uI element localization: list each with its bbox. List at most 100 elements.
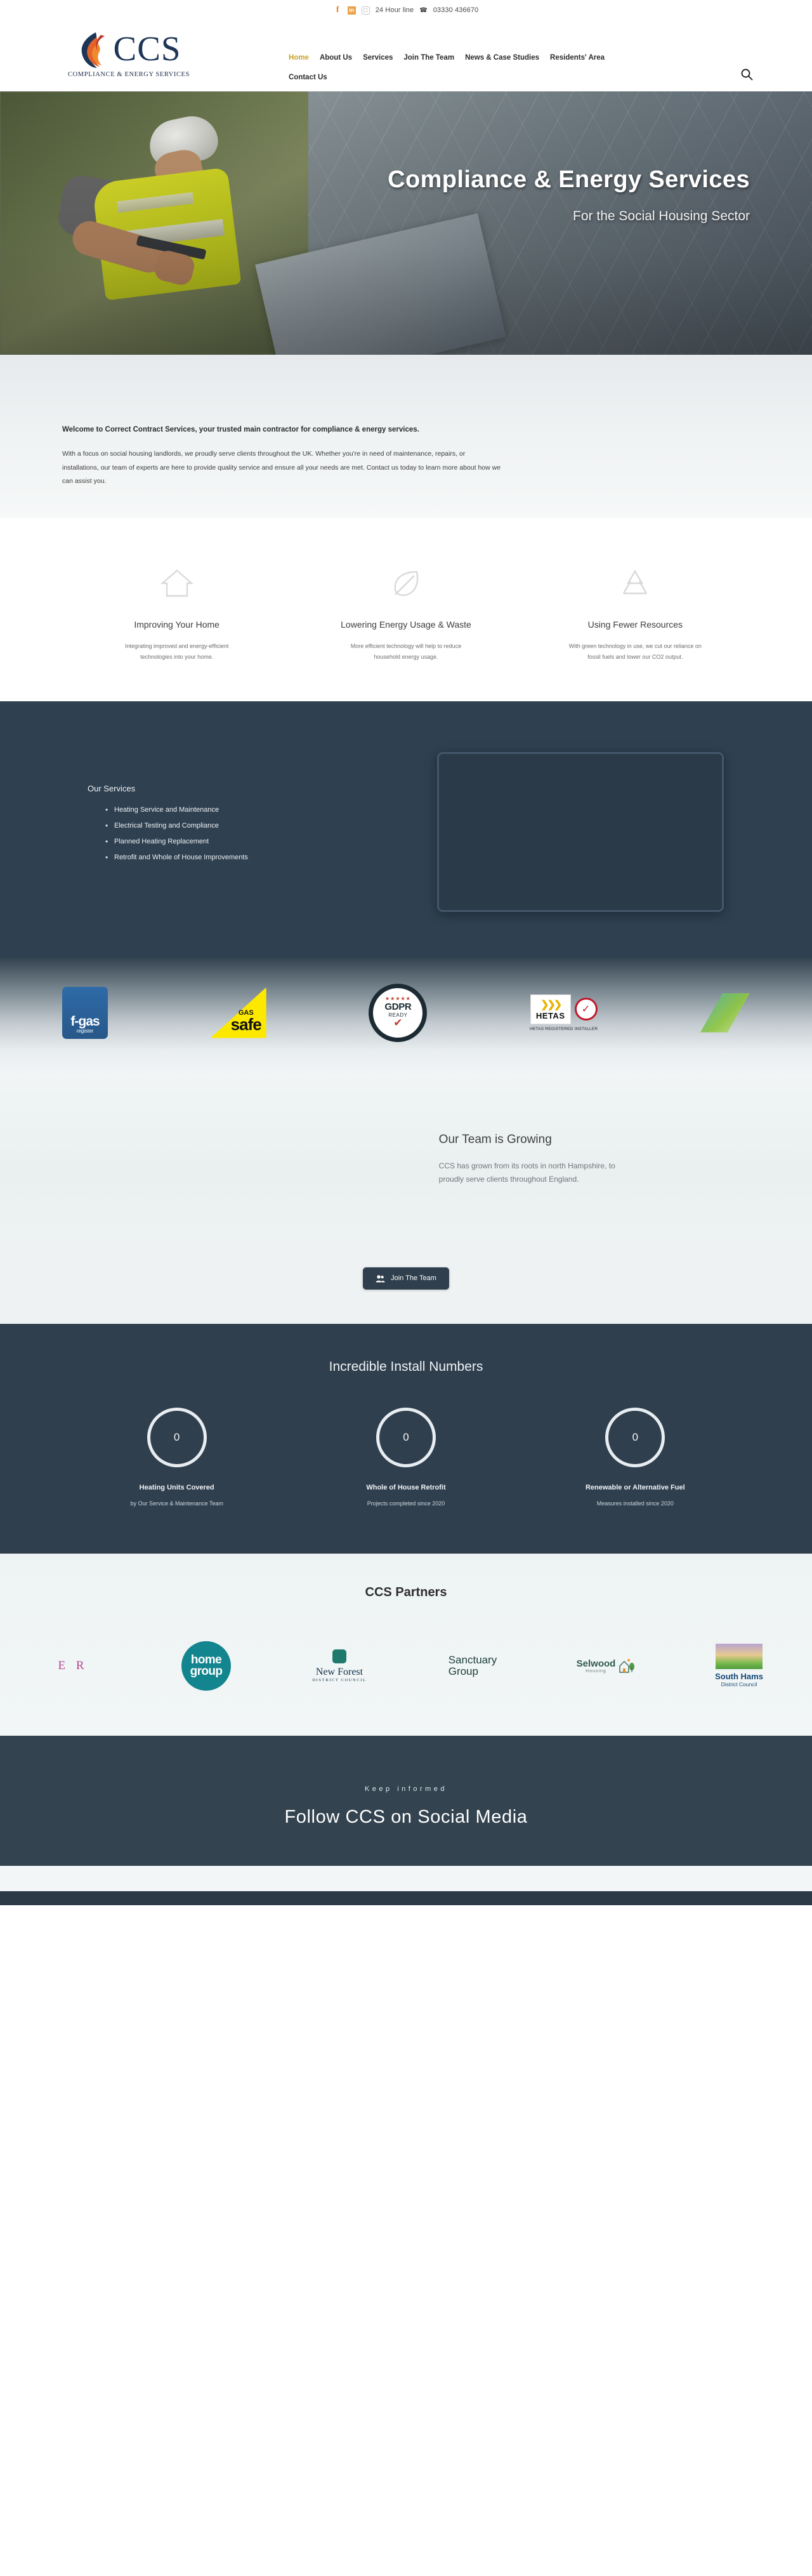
facebook-icon[interactable]: f — [334, 5, 342, 15]
feature-lowering-energy-usage-waste: Lowering Energy Usage & Waste More effic… — [291, 564, 520, 663]
hero-banner: Compliance & Energy Services For the Soc… — [0, 91, 812, 355]
stats-heading: Incredible Install Numbers — [329, 1359, 483, 1374]
feature-desc-line-1: With green technology in use, we cut our… — [568, 642, 702, 649]
accreditations-band: f-gas register GAS safe ★★★★★ GDPR READY… — [0, 957, 812, 1077]
nav-item-services[interactable]: Services — [363, 53, 393, 63]
phone-number[interactable]: 03330 436670 — [433, 6, 479, 14]
stats-row: 0 Heating Units Covered by Our Service &… — [62, 1407, 750, 1507]
flame-icon — [81, 32, 105, 68]
nav-row-primary: Home About Us Services Join The Team New… — [289, 53, 682, 63]
stat-label: Whole of House Retrofit — [366, 1483, 446, 1491]
nav-item-about-us[interactable]: About Us — [320, 53, 352, 63]
recycle-icon — [535, 564, 736, 603]
intro-body-text: With a focus on social housing landlords… — [62, 447, 750, 489]
services-list-item[interactable]: Electrical Testing and Compliance — [105, 821, 385, 830]
feature-desc-line-1: More efficient technology will help to r… — [350, 642, 462, 649]
people-icon — [376, 1274, 385, 1283]
nav-item-residents-area[interactable]: Residents' Area — [550, 53, 605, 63]
hero-text-block: Compliance & Energy Services For the Soc… — [0, 166, 812, 224]
f-gas-register-logo: f-gas register — [62, 986, 108, 1039]
nav-item-news-case-studies[interactable]: News & Case Studies — [465, 53, 539, 63]
house-icon — [76, 564, 277, 603]
south-hams-landscape-icon — [716, 1644, 763, 1670]
feature-title: Improving Your Home — [134, 619, 219, 630]
feature-title: Lowering Energy Usage & Waste — [341, 619, 471, 630]
feature-desc-line-2: fossil fuels and lower our CO2 output. — [587, 654, 683, 661]
team-cta-area: Join The Team — [0, 1248, 812, 1324]
hetas-chevron-icon: ❯❯❯ — [540, 999, 562, 1010]
new-forest-logo: New Forest DISTRICT COUNCIL — [312, 1649, 366, 1682]
stat-sublabel: by Our Service & Maintenance Team — [130, 1500, 223, 1507]
team-heading: Our Team is Growing — [438, 1132, 552, 1146]
nav-item-contact-us[interactable]: Contact Us — [289, 72, 327, 83]
services-list-item[interactable]: Planned Heating Replacement — [105, 837, 385, 846]
intro-section: Welcome to Correct Contract Services, yo… — [0, 355, 812, 518]
linkedin-icon[interactable]: in — [347, 6, 356, 15]
hetas-word: HETAS — [535, 1010, 565, 1020]
partners-heading: CCS Partners — [365, 1585, 447, 1599]
search-icon[interactable] — [740, 68, 753, 81]
social-heading: Follow CCS on Social Media — [284, 1806, 528, 1827]
partners-logo-row: E R home group New Forest DISTRICT COUNC… — [0, 1634, 812, 1698]
stat-heating-units-covered: 0 Heating Units Covered by Our Service &… — [63, 1407, 291, 1507]
hero-title: Compliance & Energy Services — [388, 166, 750, 193]
stat-counter-ring: 0 — [605, 1407, 665, 1467]
services-list-item[interactable]: Heating Service and Maintenance — [105, 805, 385, 814]
team-text-column: Our Team is Growing CCS has grown from i… — [439, 1126, 750, 1186]
hour-line-label: 24 Hour line — [375, 6, 414, 14]
footer-light-strip — [0, 1865, 812, 1891]
join-the-team-button-label: Join The Team — [391, 1274, 436, 1283]
hetas-logo: ❯❯❯ HETAS ✓ HETAS REGISTERED INSTALLER — [530, 994, 598, 1031]
house-tree-icon — [619, 1658, 635, 1673]
intro-body-line-1: With a focus on social housing landlords… — [62, 450, 466, 458]
gdpr-ready-logo: ★★★★★ GDPR READY ✔ — [369, 983, 428, 1042]
partner-selwood-housing[interactable]: Selwood Housing — [539, 1634, 672, 1698]
partner-south-hams-district-council[interactable]: South Hams District Council — [672, 1634, 806, 1698]
instagram-icon[interactable]: ☐ — [361, 6, 370, 15]
hetas-seal-icon: ✓ — [574, 998, 598, 1021]
partners-section: CCS Partners E R home group New Forest D… — [0, 1553, 812, 1736]
intro-body-line-3: can assist you. — [62, 477, 107, 485]
services-text-column: Our Services Heating Service and Mainten… — [62, 741, 385, 869]
team-description: CCS has grown from its roots in north Ha… — [438, 1161, 615, 1184]
sanctuary-line-1: Sanctuary — [448, 1653, 497, 1666]
feature-title: Using Fewer Resources — [587, 619, 683, 630]
selwood-housing-logo: Selwood Housing — [577, 1658, 636, 1674]
partner-eastlight-homes[interactable]: E R — [6, 1634, 140, 1698]
feature-description: More efficient technology will help to r… — [305, 641, 506, 663]
intro-lead-text: Welcome to Correct Contract Services, yo… — [62, 426, 419, 433]
gdpr-check-icon: ✔ — [393, 1017, 403, 1029]
partner-sanctuary-group[interactable]: Sanctuary Group — [406, 1634, 539, 1698]
gdpr-stars: ★★★★★ — [384, 996, 411, 1002]
site-logo[interactable]: CCS COMPLIANCE & ENERGY SERVICES — [62, 25, 195, 84]
partner-new-forest-district-council[interactable]: New Forest DISTRICT COUNCIL — [273, 1634, 406, 1698]
social-kicker: Keep informed — [364, 1785, 448, 1793]
sanctuary-line-2: Group — [448, 1665, 478, 1677]
services-video-embed[interactable] — [436, 751, 724, 912]
hetas-caption: HETAS REGISTERED INSTALLER — [530, 1026, 598, 1031]
services-section: Our Services Heating Service and Mainten… — [0, 701, 812, 958]
join-the-team-button[interactable]: Join The Team — [363, 1267, 449, 1290]
team-section: Our Team is Growing CCS has grown from i… — [0, 1076, 812, 1248]
nav-item-join-the-team[interactable]: Join The Team — [403, 53, 454, 63]
home-group-line-2: group — [190, 1664, 223, 1678]
partner-home-group[interactable]: home group — [140, 1634, 273, 1698]
stat-counter-ring: 0 — [376, 1407, 436, 1467]
site-header: CCS COMPLIANCE & ENERGY SERVICES Home Ab… — [0, 18, 812, 91]
main-navigation: Home About Us Services Join The Team New… — [289, 53, 682, 83]
selwood-line-1: Selwood — [576, 1658, 616, 1669]
selwood-line-2: Housing — [586, 1668, 606, 1674]
utility-bar: f in ☐ 24 Hour line ☎ 03330 436670 — [0, 0, 812, 18]
south-hams-line-2: District Council — [721, 1681, 757, 1688]
home-group-line-1: home — [190, 1653, 222, 1667]
home-group-logo: home group — [181, 1641, 231, 1691]
nav-item-home[interactable]: Home — [289, 53, 309, 63]
stats-section: Incredible Install Numbers 0 Heating Uni… — [0, 1323, 812, 1554]
stat-sublabel: Measures installed since 2020 — [596, 1500, 674, 1507]
services-list-item[interactable]: Retrofit and Whole of House Improvements — [105, 853, 385, 862]
stat-renewable-or-alternative-fuel: 0 Renewable or Alternative Fuel Measures… — [521, 1407, 749, 1507]
south-hams-line-1: South Hams — [715, 1672, 763, 1682]
services-heading: Our Services — [88, 783, 136, 793]
stat-counter-ring: 0 — [147, 1407, 207, 1467]
feature-improving-your-home: Improving Your Home Integrating improved… — [62, 564, 291, 663]
